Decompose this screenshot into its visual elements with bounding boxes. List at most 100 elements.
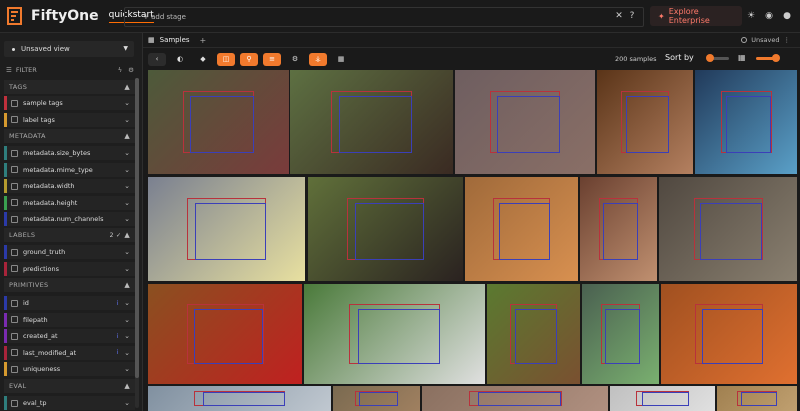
field-checkbox[interactable] (11, 149, 18, 157)
field-checkbox[interactable] (11, 99, 18, 107)
field-checkbox[interactable] (11, 248, 18, 256)
scrollbar-thumb[interactable] (135, 78, 139, 378)
app-title[interactable]: FiftyOne (31, 8, 99, 24)
chevron-down-icon[interactable]: ⌄ (124, 116, 130, 124)
tile-bottom-4[interactable] (610, 386, 715, 411)
more-icon[interactable]: ⋮ (784, 36, 791, 44)
field-checkbox[interactable] (11, 265, 18, 272)
field-checkbox[interactable] (11, 182, 18, 190)
tile-bottom-3[interactable] (422, 386, 608, 411)
labels-count-badge[interactable]: 2 ✓ (110, 232, 122, 239)
sidebar-field-metadata-num-channels[interactable]: metadata.num_channels ⌄ (4, 212, 135, 226)
patches-icon[interactable]: ◫ (217, 52, 235, 66)
field-checkbox[interactable] (11, 299, 18, 307)
sidebar-field-filepath[interactable]: filepath ⌄ (4, 312, 135, 327)
sidebar-field-eval-tp[interactable]: eval_tp ⌄ (4, 396, 135, 410)
tile-pizza-plate[interactable] (148, 284, 302, 384)
info-icon[interactable]: i (116, 333, 118, 340)
grid-size-slider[interactable] (756, 54, 780, 62)
field-checkbox[interactable] (11, 349, 18, 356)
settings-gear-icon[interactable]: ⚙ (286, 53, 304, 66)
color-palette-icon[interactable]: ◐ (171, 53, 189, 66)
sidebar-field-id[interactable]: id i ⌄ (4, 296, 135, 310)
github-icon[interactable]: ● (782, 11, 792, 21)
chevron-down-icon[interactable]: ⌄ (124, 248, 130, 256)
field-checkbox[interactable] (11, 399, 18, 407)
tile-cat-bowl[interactable] (659, 177, 797, 281)
field-checkbox[interactable] (11, 316, 18, 323)
chevron-down-icon[interactable]: ⌄ (124, 265, 130, 273)
field-checkbox[interactable] (11, 365, 18, 373)
sidebar-field-predictions[interactable]: predictions ⌄ (4, 261, 135, 276)
tile-cat-mirror[interactable] (465, 177, 578, 281)
chevron-down-icon[interactable]: ⌄ (124, 199, 130, 207)
chevron-up-icon[interactable]: ▲ (124, 281, 130, 289)
tile-cake[interactable] (695, 70, 797, 174)
grid-layout-icon[interactable]: ▦ (332, 53, 350, 66)
sidebar-field-created-at[interactable]: created_at i ⌄ (4, 329, 135, 343)
search-icon[interactable]: ⚲ (240, 52, 258, 66)
tile-bottom-2[interactable] (333, 386, 420, 411)
fiftyone-logo-icon[interactable] (5, 6, 25, 26)
tile-cat-bed[interactable] (455, 70, 595, 174)
section-eval[interactable]: EVAL ▲ (4, 379, 135, 393)
tile-bear[interactable] (487, 284, 580, 384)
tile-horse-rider[interactable] (290, 70, 453, 174)
sidebar-scrollbar[interactable] (135, 78, 139, 408)
tile-teddy[interactable] (582, 284, 659, 384)
info-icon[interactable]: i (116, 349, 118, 356)
chevron-up-icon[interactable]: ▲ (124, 382, 130, 390)
tag-icon[interactable]: ◆ (194, 53, 212, 66)
tile-bottom-1[interactable] (148, 386, 331, 411)
unsaved-indicator[interactable]: Unsaved ⋮ (741, 36, 790, 44)
tab-samples[interactable]: ▦ Samples (148, 36, 190, 44)
chevron-down-icon[interactable]: ⌄ (124, 349, 130, 357)
section-metadata[interactable]: METADATA ▲ (4, 129, 135, 143)
field-checkbox[interactable] (11, 166, 18, 173)
chevron-up-icon[interactable]: ▲ (124, 132, 130, 140)
explore-enterprise-button[interactable]: ✦ Explore Enterprise (650, 6, 742, 26)
section-primitives[interactable]: PRIMITIVES ▲ (4, 278, 135, 292)
chevron-down-icon[interactable]: ⌄ (124, 365, 130, 373)
chevron-down-icon[interactable]: ⌄ (124, 316, 130, 324)
chevron-down-icon[interactable]: ⌄ (124, 182, 130, 190)
field-checkbox[interactable] (11, 332, 18, 340)
lightning-icon[interactable]: ϟ (118, 66, 122, 74)
field-checkbox[interactable] (11, 215, 18, 223)
sort-slider[interactable] (706, 54, 729, 62)
settings-gear-icon[interactable]: ⚙ (128, 66, 134, 74)
chevron-up-icon[interactable]: ▲ (124, 83, 130, 91)
chevron-down-icon[interactable]: ⌄ (124, 299, 130, 307)
sidebar-field-metadata-mime-type[interactable]: metadata.mime_type ⌄ (4, 162, 135, 177)
sidebar-field-last-modified-at[interactable]: last_modified_at i ⌄ (4, 345, 135, 360)
discord-icon[interactable]: ◉ (764, 11, 774, 21)
tile-dogs[interactable] (304, 284, 485, 384)
chevron-up-icon[interactable]: ▲ (124, 231, 130, 239)
slider-knob[interactable] (772, 54, 780, 62)
sidebar-field-metadata-width[interactable]: metadata.width ⌄ (4, 179, 135, 193)
chevron-down-icon[interactable]: ⌄ (124, 99, 130, 107)
help-icon[interactable]: ? (627, 11, 637, 21)
back-arrow-icon[interactable]: ‹ (148, 52, 166, 66)
add-panel-button[interactable]: + (200, 36, 207, 45)
chevron-down-icon[interactable]: ⌄ (124, 149, 130, 157)
sidebar-field-label-tags[interactable]: label tags ⌄ (4, 112, 135, 127)
theme-icon[interactable]: ☀ (746, 11, 756, 21)
slider-knob[interactable] (706, 54, 714, 62)
chevron-down-icon[interactable]: ⌄ (124, 332, 130, 340)
sort-icon[interactable]: ≡ (263, 52, 281, 66)
section-labels[interactable]: LABELS 2 ✓ ▲ (4, 228, 135, 242)
sidebar-field-metadata-height[interactable]: metadata.height ⌄ (4, 195, 135, 210)
tile-pizza[interactable] (661, 284, 797, 384)
tile-cow[interactable] (308, 177, 463, 281)
tile-man-portrait[interactable] (580, 177, 657, 281)
sort-by-button[interactable]: Sort by (665, 53, 694, 62)
info-icon[interactable]: i (116, 300, 118, 307)
operator-icon[interactable]: ⚶ (309, 52, 327, 66)
view-stage-bar[interactable]: + add stage (124, 7, 644, 27)
section-tags[interactable]: TAGS ▲ (4, 80, 135, 94)
chevron-down-icon[interactable]: ⌄ (124, 215, 130, 223)
sidebar-field-uniqueness[interactable]: uniqueness ⌄ (4, 362, 135, 376)
add-stage-input[interactable]: + add stage (143, 13, 186, 21)
chevron-down-icon[interactable]: ⌄ (124, 166, 130, 174)
